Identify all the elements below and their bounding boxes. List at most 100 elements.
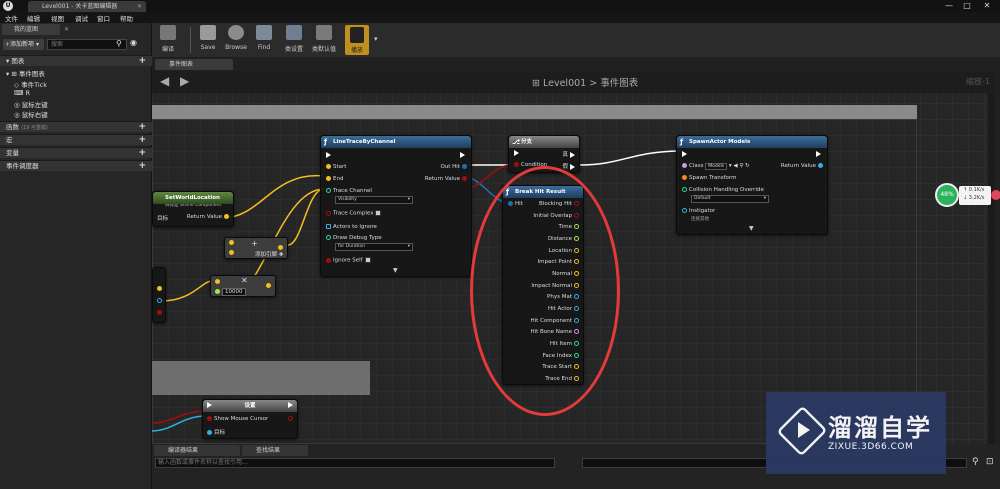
multiply-output-pin[interactable] [264, 283, 273, 289]
class-settings-button[interactable]: 类设置 [280, 25, 308, 55]
find-button[interactable]: Find [250, 25, 278, 55]
object-pin[interactable] [155, 298, 164, 304]
start-pin[interactable]: Start [324, 164, 346, 170]
save-button[interactable]: Save [194, 25, 222, 55]
out-hit-pin[interactable]: Out Hit [440, 164, 469, 170]
add-macro-icon[interactable]: + [138, 135, 146, 146]
dispatchers-section-header[interactable]: 事件调度器 + [0, 160, 152, 171]
trace-complex-checkbox[interactable] [375, 210, 382, 216]
tree-item-left-mouse[interactable]: ◎ 鼠标左键 [14, 99, 48, 109]
spawn-expand-chevron-icon[interactable]: ▼ [749, 225, 754, 232]
add-pin-button[interactable]: 添加引脚 ✚ [255, 250, 283, 258]
exec-in-pin[interactable] [324, 152, 333, 159]
find-references-input[interactable]: 输入函数或事件名称以查找引用... [155, 458, 555, 468]
search-icon[interactable]: ⚲ [116, 39, 122, 48]
branch-exec-in-pin[interactable] [512, 150, 521, 157]
ignore-self-checkbox[interactable] [364, 257, 371, 263]
close-panel-icon[interactable]: ✕ [64, 26, 69, 33]
maximize-button[interactable]: □ [960, 0, 974, 12]
macros-section-header[interactable]: 宏 + [0, 134, 152, 145]
find-search-icon[interactable]: ⚲ [972, 457, 979, 467]
find-options-icon[interactable]: ⊡ [986, 457, 994, 467]
multiply-input-pin[interactable] [213, 279, 222, 285]
add-input-a-pin[interactable] [227, 240, 236, 246]
instigator-pin[interactable]: Instigator [680, 208, 715, 214]
variables-section-header[interactable]: 变量 + [0, 147, 152, 158]
add-function-icon[interactable]: + [138, 122, 146, 133]
graph-scrollbar[interactable] [988, 93, 994, 444]
close-window-button[interactable]: ✕ [980, 0, 994, 12]
functions-section-header[interactable]: 函数 (19 可重载) + [0, 121, 152, 132]
target-pin[interactable]: 目标 [157, 214, 168, 222]
vector-pin[interactable] [155, 286, 164, 292]
class-defaults-button[interactable]: 类默认值 [310, 25, 338, 55]
tree-item-event-tick[interactable]: ◇ 事件Tick [14, 79, 47, 89]
set-exec-out-pin[interactable] [286, 402, 295, 409]
trace-channel-pin[interactable]: Trace Channel [324, 188, 372, 194]
browse-button[interactable]: Browse [222, 25, 250, 55]
blueprint-search-input[interactable]: 搜索 [47, 39, 127, 50]
compiler-results-tab[interactable]: 编译器结果 [154, 445, 240, 456]
return-value-pin[interactable]: Return Value [425, 176, 469, 182]
play-options-chevron-icon[interactable]: ▾ [374, 35, 378, 43]
minimize-button[interactable]: — [942, 0, 956, 12]
menu-view[interactable]: 视图 [51, 13, 64, 23]
event-graph-tab[interactable]: 事件图表 [155, 59, 233, 70]
graphs-section-header[interactable]: ▾ 图表 + [0, 55, 152, 66]
play-button[interactable]: 播放 [345, 25, 369, 55]
bool-pin[interactable] [155, 310, 164, 316]
add-dispatcher-icon[interactable]: + [138, 161, 146, 172]
return-value-pin[interactable]: Return Value [187, 214, 231, 220]
show-cursor-out-pin[interactable] [286, 416, 295, 422]
find-results-tab[interactable]: 查找结果 [242, 445, 308, 456]
spawn-transform-pin[interactable]: Spawn Transform [680, 175, 736, 181]
menu-file[interactable]: 文件 [5, 13, 18, 23]
collision-select[interactable]: Default [691, 195, 769, 203]
compile-button[interactable]: 编译 [154, 25, 182, 55]
trace-complex-pin[interactable]: Trace Complex [324, 210, 382, 217]
set-show-cursor-node[interactable]: 设置 Show Mouse Cursor 目标 [202, 399, 298, 439]
draw-debug-type-pin[interactable]: Draw Debug Type [324, 235, 382, 241]
trace-channel-select[interactable]: Visibility [335, 196, 413, 204]
close-tab-icon[interactable]: ✕ [137, 1, 142, 12]
document-tab[interactable]: Level001 - 关卡蓝图编辑器 ✕ [28, 1, 146, 12]
view-options-icon[interactable]: ◉ [130, 38, 137, 47]
menu-edit[interactable]: 编辑 [27, 13, 40, 23]
draw-debug-select[interactable]: for Duration [335, 243, 413, 251]
branch-false-pin[interactable]: 假 [562, 162, 577, 170]
multiply-float-pin[interactable]: 10000 [213, 288, 246, 296]
my-blueprint-tab[interactable]: 我的蓝图 [2, 24, 60, 35]
spawn-exec-in-pin[interactable] [680, 151, 689, 158]
branch-true-pin[interactable]: 真 [562, 150, 577, 158]
menu-window[interactable]: 窗口 [97, 13, 110, 23]
collision-handling-pin[interactable]: Collision Handling Override [680, 187, 764, 193]
menu-debug[interactable]: 调试 [75, 13, 88, 23]
tree-item-r[interactable]: ⌨ R [14, 89, 30, 97]
line-trace-node[interactable]: ƒ LineTraceByChannel Start Out Hit End Re… [320, 135, 472, 277]
tree-item-right-mouse[interactable]: ◎ 鼠标右键 [14, 109, 48, 119]
class-select[interactable]: Models [705, 163, 728, 170]
add-new-button[interactable]: +添加新项 ▾ [3, 39, 44, 50]
set-exec-in-pin[interactable] [205, 402, 214, 409]
end-pin[interactable]: End [324, 176, 343, 182]
partial-node[interactable] [152, 267, 166, 323]
add-graph-icon[interactable]: + [138, 56, 146, 67]
expand-chevron-icon[interactable]: ▼ [393, 267, 398, 274]
show-cursor-pin[interactable]: Show Mouse Cursor [205, 416, 268, 422]
multiply-value-field[interactable]: 10000 [222, 288, 246, 296]
add-variable-icon[interactable]: + [138, 148, 146, 159]
spawn-exec-out-pin[interactable] [814, 151, 823, 158]
multiply-node[interactable]: ✕ 10000 [210, 275, 276, 297]
add-input-b-pin[interactable] [227, 250, 236, 256]
spawn-return-value-pin[interactable]: Return Value [781, 163, 825, 169]
tree-event-graph[interactable]: ▾ ⊞ 事件图表 [6, 68, 45, 78]
ignore-self-pin[interactable]: Ignore Self [324, 257, 371, 264]
add-output-pin[interactable] [276, 245, 285, 251]
set-target-pin[interactable]: 目标 [205, 428, 225, 436]
set-world-location-node[interactable]: SetWorldLocation 目标是 Scene Component 目标 … [152, 191, 234, 227]
spawn-actor-node[interactable]: ƒ SpawnActor Models Class Models ▾ ◀ ⚲ ↻ … [676, 135, 828, 235]
actors-to-ignore-pin[interactable]: Actors to Ignore [324, 224, 377, 230]
add-vector-node[interactable]: + 添加引脚 ✚ [224, 237, 288, 259]
class-pin[interactable]: Class Models ▾ ◀ ⚲ ↻ [680, 163, 750, 170]
exec-out-pin[interactable] [458, 152, 467, 159]
